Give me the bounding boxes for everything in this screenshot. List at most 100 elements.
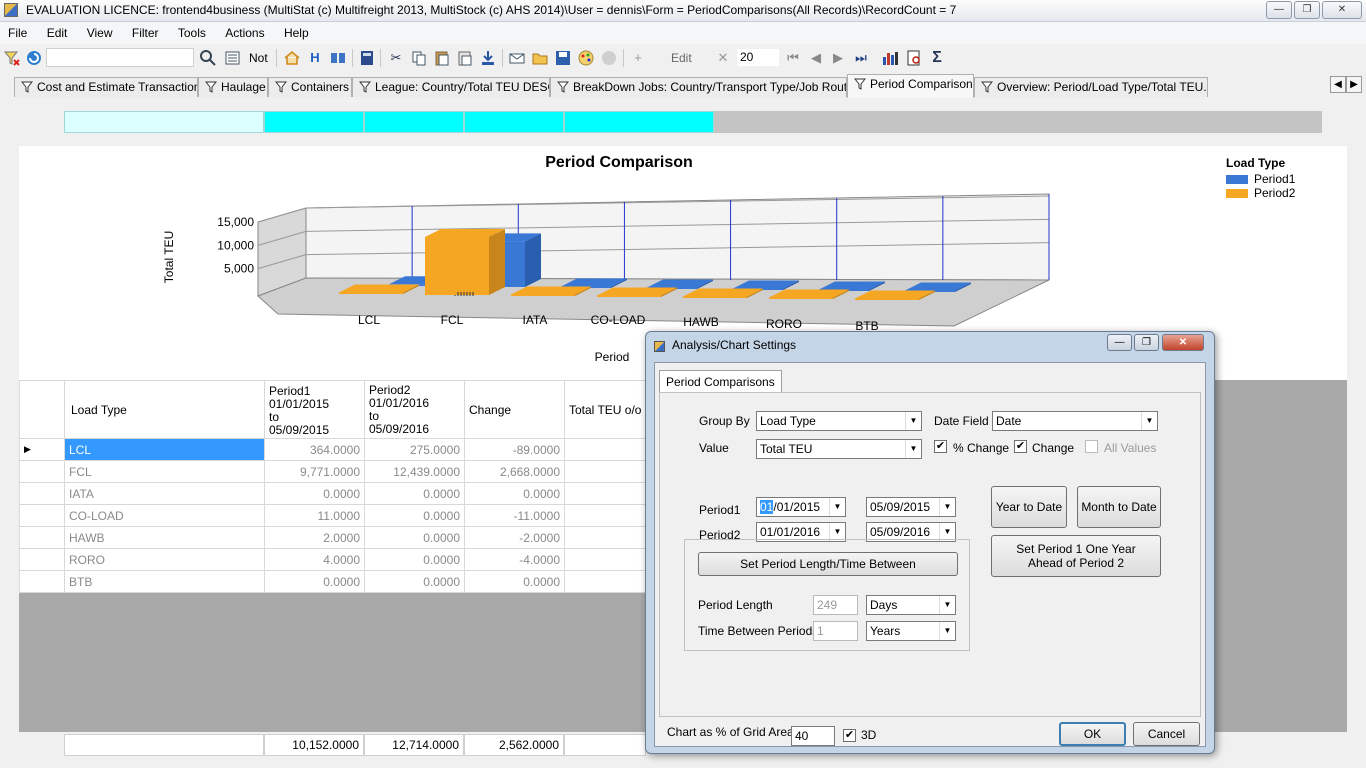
menu-actions[interactable]: Actions bbox=[217, 22, 272, 40]
period1-from-date[interactable]: 01/01/2015 ▼ bbox=[756, 497, 846, 517]
palette-icon[interactable] bbox=[577, 49, 595, 67]
calculator-icon[interactable] bbox=[358, 49, 376, 67]
cell-period1[interactable]: 4.0000 bbox=[264, 548, 365, 571]
row-header[interactable] bbox=[19, 460, 65, 483]
three-d-checkbox[interactable]: ✔ bbox=[843, 729, 856, 742]
last-record-icon[interactable]: ⏭ bbox=[852, 49, 870, 67]
menu-filter[interactable]: Filter bbox=[124, 22, 167, 40]
maximize-button[interactable]: ❐ bbox=[1294, 1, 1320, 19]
cell-period2[interactable]: 0.0000 bbox=[364, 570, 465, 593]
row-header[interactable] bbox=[19, 482, 65, 505]
folder-icon[interactable] bbox=[531, 49, 549, 67]
table-row[interactable]: CO-LOAD 11.0000 0.0000 -11.0000 bbox=[19, 504, 665, 527]
date-field-select[interactable]: Date ▼ bbox=[992, 411, 1158, 431]
mail-icon[interactable] bbox=[508, 49, 526, 67]
cell-period1[interactable]: 364.0000 bbox=[264, 438, 365, 461]
cell-change[interactable]: 2,668.0000 bbox=[464, 460, 565, 483]
tab-breakdown-jobs[interactable]: BreakDown Jobs: Country/Transport Type/J… bbox=[550, 77, 847, 97]
dialog-close-button[interactable]: ✕ bbox=[1162, 334, 1204, 351]
cell-change[interactable]: 0.0000 bbox=[464, 570, 565, 593]
cell-load-type[interactable]: IATA bbox=[64, 482, 265, 505]
set-period1-ahead-button[interactable]: Set Period 1 One Year Ahead of Period 2 bbox=[991, 535, 1161, 577]
cell-load-type[interactable]: RORO bbox=[64, 548, 265, 571]
tab-cost-and-estimate[interactable]: Cost and Estimate Transactions bbox=[14, 77, 198, 97]
cell-period1[interactable]: 0.0000 bbox=[264, 570, 365, 593]
filter-form-icon[interactable] bbox=[224, 49, 242, 67]
change-checkbox[interactable]: ✔ bbox=[1014, 440, 1027, 453]
cell-change[interactable]: -89.0000 bbox=[464, 438, 565, 461]
time-between-input[interactable]: 1 bbox=[813, 621, 858, 641]
home-icon[interactable] bbox=[283, 49, 301, 67]
table-row[interactable]: HAWB 2.0000 0.0000 -2.0000 bbox=[19, 526, 665, 549]
next-record-icon[interactable]: ▶ bbox=[829, 49, 847, 67]
record-number-input[interactable]: 20 bbox=[736, 48, 780, 67]
refresh-icon[interactable] bbox=[25, 49, 43, 67]
copy-icon[interactable] bbox=[410, 49, 428, 67]
ok-button[interactable]: OK bbox=[1059, 722, 1126, 746]
download-icon[interactable] bbox=[479, 49, 497, 67]
time-between-unit-select[interactable]: Years ▼ bbox=[866, 621, 956, 641]
cell-change[interactable]: -11.0000 bbox=[464, 504, 565, 527]
delete-icon[interactable]: ✕ bbox=[714, 49, 732, 67]
cell-period2[interactable]: 0.0000 bbox=[364, 482, 465, 505]
clear-filter-icon[interactable] bbox=[3, 49, 21, 67]
column-header-period2[interactable]: Period2 01/01/2016 to 05/09/2016 bbox=[364, 380, 465, 439]
cell-change[interactable]: -2.0000 bbox=[464, 526, 565, 549]
cell-change[interactable]: 0.0000 bbox=[464, 482, 565, 505]
menu-file[interactable]: File bbox=[0, 22, 35, 40]
cell-period2[interactable]: 0.0000 bbox=[364, 504, 465, 527]
table-row[interactable]: ▶ LCL 364.0000 275.0000 -89.0000 bbox=[19, 438, 665, 461]
chart-icon[interactable] bbox=[881, 49, 899, 67]
cell-change[interactable]: -4.0000 bbox=[464, 548, 565, 571]
add-icon[interactable]: + bbox=[629, 49, 647, 67]
tab-containers[interactable]: Containers bbox=[268, 77, 352, 97]
previous-record-icon[interactable]: ◀ bbox=[807, 49, 825, 67]
cell-period2[interactable]: 12,439.0000 bbox=[364, 460, 465, 483]
tab-scroll-left-button[interactable]: ◀ bbox=[1330, 76, 1346, 93]
save-icon[interactable] bbox=[554, 49, 572, 67]
sum-icon[interactable]: Σ bbox=[928, 49, 946, 67]
tab-period-comparisons[interactable]: Period Comparisons bbox=[847, 74, 974, 98]
table-row[interactable]: RORO 4.0000 0.0000 -4.0000 bbox=[19, 548, 665, 571]
cell-load-type[interactable]: HAWB bbox=[64, 526, 265, 549]
pct-change-checkbox[interactable]: ✔ bbox=[934, 440, 947, 453]
current-row-indicator[interactable]: ▶ bbox=[19, 438, 65, 461]
menu-edit[interactable]: Edit bbox=[39, 22, 76, 40]
close-button[interactable]: ✕ bbox=[1322, 1, 1362, 19]
minimize-button[interactable]: — bbox=[1266, 1, 1292, 19]
table-row[interactable]: IATA 0.0000 0.0000 0.0000 bbox=[19, 482, 665, 505]
cell-load-type[interactable]: BTB bbox=[64, 570, 265, 593]
column-header-load-type[interactable]: Load Type bbox=[64, 380, 265, 439]
paste-special-icon[interactable] bbox=[456, 49, 474, 67]
month-to-date-button[interactable]: Month to Date bbox=[1077, 486, 1161, 528]
first-record-icon[interactable]: ⏮ bbox=[784, 49, 802, 67]
menu-view[interactable]: View bbox=[79, 22, 121, 40]
column-header-change[interactable]: Change bbox=[464, 380, 565, 439]
row-header[interactable] bbox=[19, 548, 65, 571]
report-preview-icon[interactable] bbox=[905, 49, 923, 67]
cell-period1[interactable]: 11.0000 bbox=[264, 504, 365, 527]
cancel-button[interactable]: Cancel bbox=[1133, 722, 1200, 746]
tab-period-comparisons-settings[interactable]: Period Comparisons bbox=[659, 370, 782, 393]
row-header[interactable] bbox=[19, 504, 65, 527]
cell-period2[interactable]: 275.0000 bbox=[364, 438, 465, 461]
tab-haulage[interactable]: Haulage bbox=[198, 77, 268, 97]
cell-period2[interactable]: 0.0000 bbox=[364, 526, 465, 549]
cut-icon[interactable]: ✂ bbox=[387, 49, 405, 67]
record-icon[interactable] bbox=[600, 49, 618, 67]
search-icon[interactable] bbox=[199, 49, 217, 67]
book-icon[interactable] bbox=[329, 49, 347, 67]
cell-period1[interactable]: 9,771.0000 bbox=[264, 460, 365, 483]
cell-load-type[interactable]: LCL bbox=[64, 438, 265, 461]
paste-icon[interactable] bbox=[433, 49, 451, 67]
cell-period1[interactable]: 2.0000 bbox=[264, 526, 365, 549]
dialog-minimize-button[interactable]: — bbox=[1107, 334, 1132, 351]
menu-help[interactable]: Help bbox=[276, 22, 317, 40]
year-to-date-button[interactable]: Year to Date bbox=[991, 486, 1067, 528]
table-row[interactable]: FCL 9,771.0000 12,439.0000 2,668.0000 bbox=[19, 460, 665, 483]
period-length-input[interactable]: 249 bbox=[813, 595, 858, 615]
column-header-period1[interactable]: Period1 01/01/2015 to 05/09/2015 bbox=[264, 380, 365, 439]
history-button[interactable]: H bbox=[306, 49, 324, 67]
chart-pct-input[interactable]: 40 bbox=[791, 726, 835, 746]
tab-league[interactable]: League: Country/Total TEU DESC bbox=[352, 77, 550, 97]
